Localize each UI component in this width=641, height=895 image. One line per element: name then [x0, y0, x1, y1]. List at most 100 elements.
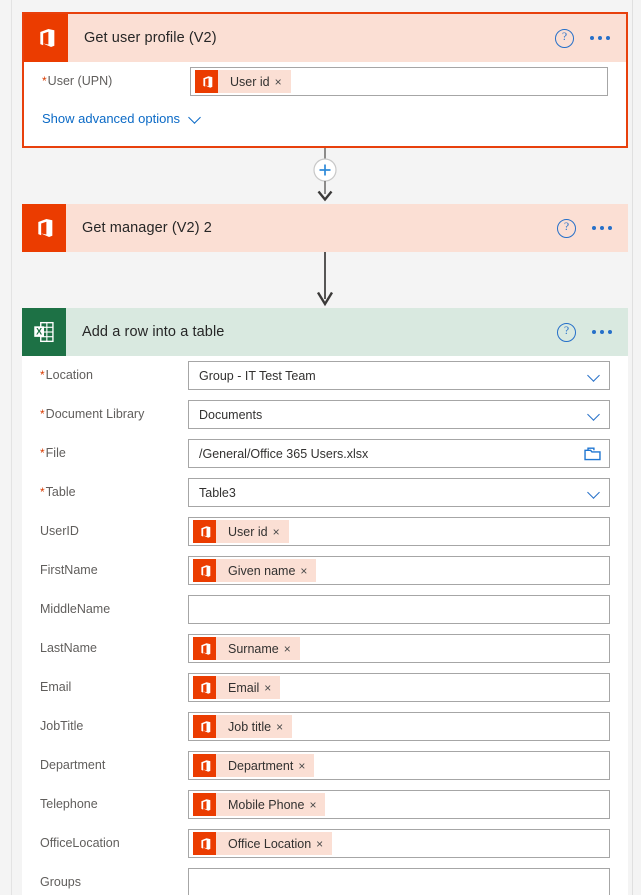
chevron-down-icon[interactable] — [589, 487, 601, 499]
dynamic-content-token[interactable]: User id × — [193, 520, 289, 543]
field-label: OfficeLocation — [40, 836, 188, 851]
help-circle-icon[interactable]: ? — [555, 28, 574, 48]
field-label: *File — [40, 446, 188, 461]
field-row: Department Department × — [22, 746, 628, 785]
flow-step-card[interactable]: Get manager (V2) 2? — [22, 204, 628, 252]
remove-token-icon[interactable]: × — [316, 838, 332, 850]
field-value: /General/Office 365 Users.xlsx — [199, 446, 369, 461]
card-header[interactable]: X Add a row into a table? — [22, 308, 628, 356]
field-value: Documents — [199, 407, 263, 422]
canvas-right-edge — [632, 0, 641, 895]
field-row: MiddleName — [22, 590, 628, 629]
required-asterisk: * — [40, 485, 45, 499]
show-advanced-options-link[interactable]: Show advanced options — [42, 111, 180, 126]
excel-icon: X — [22, 308, 66, 356]
token-label: Surname — [228, 641, 279, 656]
field-label-text: User (UPN) — [47, 74, 113, 88]
field-label: *Table — [40, 485, 188, 500]
help-circle-icon[interactable]: ? — [557, 322, 576, 342]
field-row: LastName Surname × — [22, 629, 628, 668]
field-row: Groups — [22, 863, 628, 895]
office365-icon — [193, 559, 216, 582]
more-ellipsis-icon[interactable] — [592, 330, 612, 334]
office365-icon — [193, 832, 216, 855]
field-label-text: Telephone — [40, 797, 98, 811]
field-label-text: JobTitle — [40, 719, 84, 733]
field-control-document-library[interactable]: Documents — [188, 400, 610, 429]
svg-text:X: X — [36, 326, 42, 336]
dynamic-content-token[interactable]: Office Location × — [193, 832, 333, 855]
field-label: UserID — [40, 524, 188, 539]
field-control-lastname[interactable]: Surname × — [188, 634, 610, 663]
remove-token-icon[interactable]: × — [298, 760, 314, 772]
required-asterisk: * — [40, 446, 45, 460]
field-label: *User (UPN) — [42, 74, 190, 89]
flow-step-card[interactable]: Get user profile (V2)? *User (UPN) User id… — [22, 12, 628, 148]
chevron-down-icon[interactable] — [189, 112, 202, 125]
field-row: UserID User id × — [22, 512, 628, 551]
dynamic-content-token[interactable]: Department × — [193, 754, 315, 777]
folder-icon[interactable] — [584, 447, 601, 461]
field-label: Email — [40, 680, 188, 695]
card-header[interactable]: Get manager (V2) 2? — [22, 204, 628, 252]
field-row: FirstName Given name × — [22, 551, 628, 590]
remove-token-icon[interactable]: × — [275, 76, 291, 88]
field-control-officelocation[interactable]: Office Location × — [188, 829, 610, 858]
help-circle-icon[interactable]: ? — [557, 218, 576, 238]
remove-token-icon[interactable]: × — [273, 526, 289, 538]
field-label-text: Department — [40, 758, 106, 772]
token-label: User id — [230, 74, 270, 89]
token-label: Given name — [228, 563, 296, 578]
dynamic-content-token[interactable]: Surname × — [193, 637, 300, 660]
required-asterisk: * — [40, 368, 45, 382]
card-title: Get user profile (V2) — [84, 30, 217, 46]
field-label: Telephone — [40, 797, 188, 812]
more-ellipsis-icon[interactable] — [592, 226, 612, 230]
dynamic-content-token[interactable]: Email × — [193, 676, 281, 699]
token-label: Department — [228, 758, 294, 773]
card-header-actions: ? — [557, 322, 628, 342]
canvas-left-edge — [0, 0, 12, 895]
flow-step-card[interactable]: X Add a row into a table? *Location Group -… — [22, 308, 628, 895]
office365-icon — [24, 14, 68, 62]
field-row: Telephone Mobile Phone × — [22, 785, 628, 824]
field-label-text: FirstName — [40, 563, 98, 577]
field-control-email[interactable]: Email × — [188, 673, 610, 702]
field-label: *Location — [40, 368, 188, 383]
remove-token-icon[interactable]: × — [276, 721, 292, 733]
remove-token-icon[interactable]: × — [309, 799, 325, 811]
dynamic-content-token[interactable]: Mobile Phone × — [193, 793, 326, 816]
field-row: Email Email × — [22, 668, 628, 707]
card-header[interactable]: Get user profile (V2)? — [24, 14, 626, 62]
dynamic-content-token[interactable]: Job title × — [193, 715, 293, 738]
chevron-down-icon[interactable] — [589, 370, 601, 382]
remove-token-icon[interactable]: × — [284, 643, 300, 655]
field-control-firstname[interactable]: Given name × — [188, 556, 610, 585]
dynamic-content-token[interactable]: User id × — [195, 70, 291, 93]
chevron-down-icon[interactable] — [589, 409, 601, 421]
field-control-middlename[interactable] — [188, 595, 610, 624]
field-control-userid[interactable]: User id × — [188, 517, 610, 546]
office365-icon — [22, 204, 66, 252]
field-control-telephone[interactable]: Mobile Phone × — [188, 790, 610, 819]
field-value: Table3 — [199, 485, 236, 500]
connector-arrow — [22, 252, 628, 308]
flow-designer-canvas: Get user profile (V2)? *User (UPN) User id… — [0, 0, 641, 895]
field-label-text: Groups — [40, 875, 81, 889]
field-control-groups[interactable] — [188, 868, 610, 895]
field-control-location[interactable]: Group - IT Test Team — [188, 361, 610, 390]
field-control-department[interactable]: Department × — [188, 751, 610, 780]
field-control-user-upn-[interactable]: User id × — [190, 67, 608, 96]
field-label: MiddleName — [40, 602, 188, 617]
office365-icon — [193, 715, 216, 738]
show-advanced-options-row[interactable]: Show advanced options — [24, 101, 626, 142]
remove-token-icon[interactable]: × — [300, 565, 316, 577]
card-body: *User (UPN) User id × Show advanced options — [24, 62, 626, 146]
field-label: LastName — [40, 641, 188, 656]
dynamic-content-token[interactable]: Given name × — [193, 559, 317, 582]
field-control-jobtitle[interactable]: Job title × — [188, 712, 610, 741]
remove-token-icon[interactable]: × — [264, 682, 280, 694]
more-ellipsis-icon[interactable] — [590, 36, 610, 40]
field-control-file[interactable]: /General/Office 365 Users.xlsx — [188, 439, 610, 468]
field-control-table[interactable]: Table3 — [188, 478, 610, 507]
